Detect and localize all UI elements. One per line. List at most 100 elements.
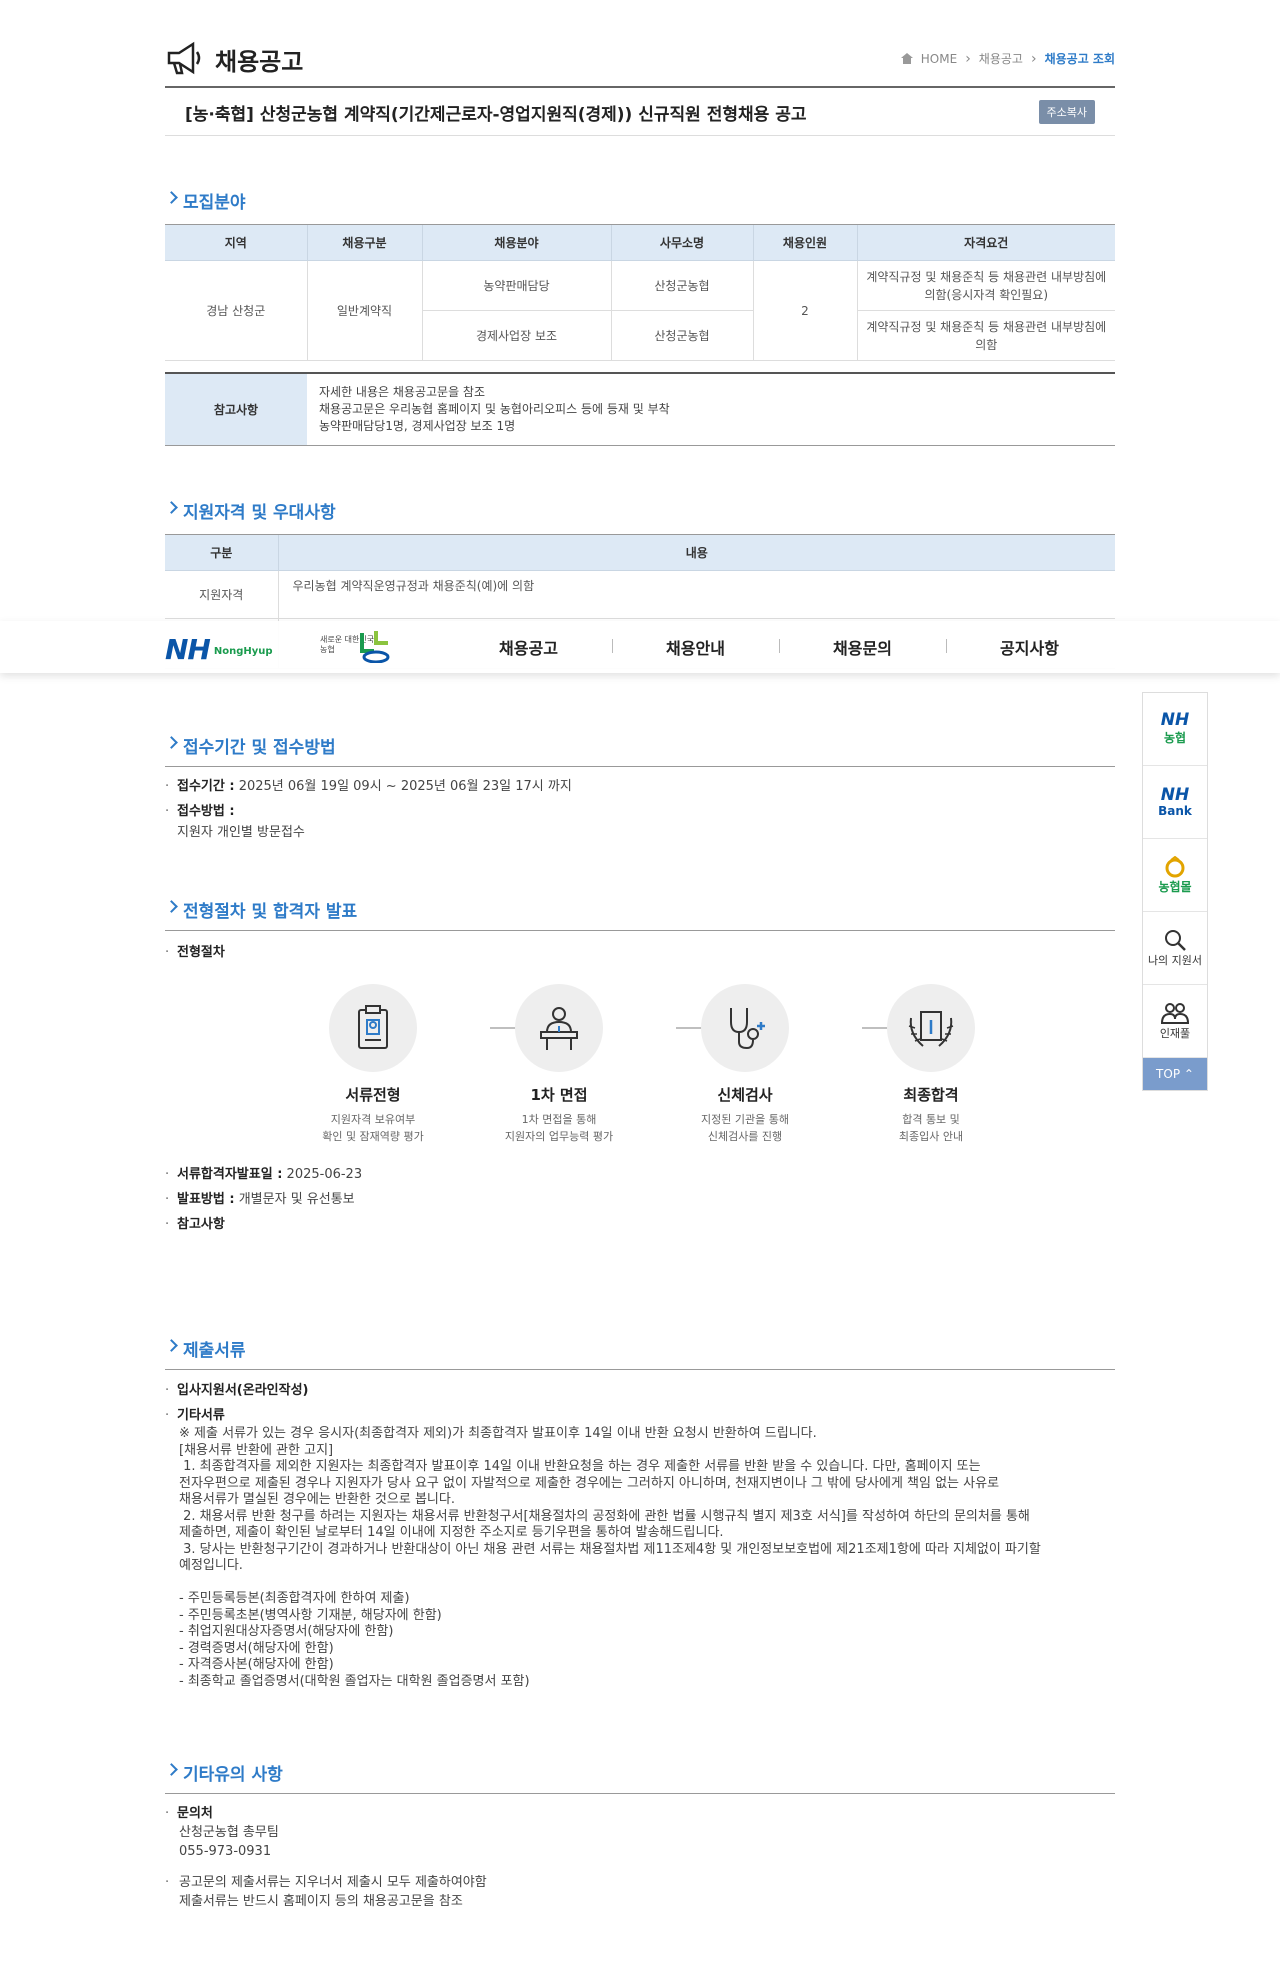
divider bbox=[165, 1793, 1115, 1794]
announce-label: 발표방법 : bbox=[177, 1192, 235, 1207]
etc-note: 제출서류는 반드시 홈페이지 등의 채용공고문을 참조 bbox=[179, 1894, 463, 1909]
cell-qual: 계약직규정 및 채용준칙 등 채용관련 내부방침에 의함 bbox=[856, 310, 1115, 361]
col-header: 채용인원 bbox=[752, 224, 857, 261]
breadcrumb-home[interactable]: HOME bbox=[921, 52, 957, 66]
quick-nh-bank[interactable]: NH Bank bbox=[1143, 766, 1207, 839]
section-title-qualify: 지원자격 및 우대사항 bbox=[165, 498, 336, 523]
copy-url-button[interactable]: 주소복사 bbox=[1038, 100, 1095, 124]
contact-label: 문의처 bbox=[177, 1806, 213, 1821]
docs-items: 입사지원서(온라인작성) 기타서류 bbox=[165, 1380, 1115, 1426]
chevron-up-icon: ⌃ bbox=[1183, 1067, 1194, 1081]
breadcrumb-current: 채용공고 조회 bbox=[1044, 52, 1115, 66]
nh-logo[interactable]: NH NongHyup bbox=[165, 633, 273, 666]
process-label-text: 전형절차 bbox=[177, 945, 225, 960]
section-title-receipt: 접수기간 및 접수방법 bbox=[165, 733, 336, 758]
col-header: 내용 bbox=[277, 534, 1115, 571]
chevron-right-icon: › bbox=[965, 50, 971, 67]
search-icon bbox=[1165, 930, 1186, 951]
post-title-bar: [농·축협] 산청군농협 계약직(기간제근로자-영업지원직(경제)) 신규직원 … bbox=[165, 86, 1115, 136]
notes-content: 자세한 내용은 채용공고문을 참조 채용공고문은 우리농협 홈페이지 및 농협아… bbox=[307, 374, 682, 445]
menu-inquiry[interactable]: 채용문의 bbox=[779, 635, 946, 659]
divider bbox=[165, 930, 1115, 931]
docs-item: 입사지원서(온라인작성) bbox=[177, 1383, 309, 1398]
step-desc: 1차 면접을 통해 지원자의 업무능력 평가 bbox=[504, 1113, 614, 1143]
cell-region: 경남 산청군 bbox=[165, 260, 307, 361]
nh-mall-icon bbox=[1165, 855, 1185, 877]
interview-icon bbox=[515, 984, 603, 1072]
section-title-recruit: 모집분야 bbox=[165, 188, 246, 213]
receipt-info: 접수기간 : 2025년 06월 19일 09시 ~ 2025년 06월 23일… bbox=[165, 776, 572, 843]
etc-note: 공고문의 제출서류는 지우너서 제출시 모두 제출하여야함 bbox=[179, 1875, 487, 1890]
announce-method: 개별문자 및 유선통보 bbox=[238, 1192, 355, 1207]
top-button[interactable]: TOP ⌃ bbox=[1143, 1058, 1207, 1090]
clipboard-icon bbox=[329, 984, 417, 1072]
divider bbox=[165, 766, 1115, 767]
menu-notice[interactable]: 공지사항 bbox=[946, 635, 1113, 659]
docs-body: ※ 제출 서류가 있는 경우 응시자(최종합격자 제외)가 최종합격자 발표이후… bbox=[179, 1426, 1041, 1689]
col-header: 채용구분 bbox=[306, 224, 422, 261]
cell-field: 농약판매담당 bbox=[421, 260, 611, 311]
recruit-table: 지역 채용구분 채용분야 사무소명 채용인원 자격요건 경남 산청군 일반계약직… bbox=[165, 224, 1115, 361]
breadcrumb-recruit[interactable]: 채용공고 bbox=[979, 50, 1023, 67]
step-name: 서류전형 bbox=[345, 1086, 401, 1104]
etc-content: 문의처 산청군농협 총무팀 055-973-0931 공고문의 제출서류는 지우… bbox=[165, 1804, 487, 1911]
section-title-process: 전형절차 및 합격자 발표 bbox=[165, 897, 357, 922]
award-icon bbox=[887, 984, 975, 1072]
cell-qual: 계약직규정 및 채용준칙 등 채용관련 내부방침에 의함(응시자격 확인필요) bbox=[856, 260, 1115, 311]
quick-nh-mall[interactable]: 농협몰 bbox=[1143, 839, 1207, 912]
step-final: 최종합격 합격 통보 및 최종입사 안내 bbox=[838, 984, 1024, 1145]
breadcrumb: HOME › 채용공고 › 채용공고 조회 bbox=[900, 50, 1115, 67]
notes-line: 자세한 내용은 채용공고문을 참조 bbox=[319, 385, 486, 399]
col-header: 구분 bbox=[165, 534, 278, 571]
quick-menu: NH 농협 NH Bank 농협몰 나의 지원서 인재풀 TOP ⌃ bbox=[1142, 692, 1208, 1091]
step-desc: 합격 통보 및 최종입사 안내 bbox=[898, 1113, 964, 1143]
notes-line: 채용공고문은 우리농협 홈페이지 및 농협아리오피스 등에 등재 및 부착 bbox=[319, 402, 670, 416]
col-header: 채용분야 bbox=[421, 224, 611, 261]
cell-type: 일반계약직 bbox=[306, 260, 422, 361]
step-desc: 지원자격 보유여부 확인 및 잠재역량 평가 bbox=[322, 1113, 424, 1143]
quick-nh-nonghyup[interactable]: NH 농협 bbox=[1143, 693, 1207, 766]
step-desc: 지정된 기관을 통해 신체검사를 진행 bbox=[701, 1113, 789, 1143]
col-header: 사무소명 bbox=[610, 224, 753, 261]
divider bbox=[165, 1369, 1115, 1370]
menu-guide[interactable]: 채용안내 bbox=[612, 635, 779, 659]
doc-pass-label: 서류합격자발표일 : bbox=[177, 1167, 283, 1182]
docs-content: 입사지원서(온라인작성) 기타서류 ※ 제출 서류가 있는 경우 응시자(최종합… bbox=[165, 1380, 1115, 1690]
contact-name: 산청군농협 총무팀 bbox=[179, 1825, 279, 1840]
main-menu: 채용공고 채용안내 채용문의 공지사항 bbox=[445, 621, 1113, 673]
cell-field: 경제사업장 보조 bbox=[421, 310, 611, 361]
home-icon bbox=[900, 53, 913, 64]
method-value: 지원자 개인별 방문접수 bbox=[177, 825, 305, 840]
announce-info: 서류합격자발표일 : 2025-06-23 발표방법 : 개별문자 및 유선통보… bbox=[165, 1164, 362, 1235]
period-label: 접수기간 : bbox=[177, 779, 235, 794]
step-name: 신체검사 bbox=[717, 1086, 773, 1104]
megaphone-icon bbox=[167, 41, 201, 75]
table-row: 경남 산청군 일반계약직 농약판매담당 산청군농협 2 계약직규정 및 채용준칙… bbox=[165, 260, 1115, 361]
notes-label: 참고사항 bbox=[165, 374, 307, 445]
step-interview: 1차 면접 1차 면접을 통해 지원자의 업무능력 평가 bbox=[466, 984, 652, 1145]
col-header: 자격요건 bbox=[856, 224, 1115, 261]
quick-my-application[interactable]: 나의 지원서 bbox=[1143, 912, 1207, 985]
people-icon bbox=[1160, 1003, 1190, 1024]
process-label: 전형절차 bbox=[165, 942, 225, 963]
chevron-right-icon: › bbox=[1030, 50, 1037, 67]
recruit-notes: 참고사항 자세한 내용은 채용공고문을 참조 채용공고문은 우리농협 홈페이지 … bbox=[165, 372, 1115, 446]
col-header: 지역 bbox=[165, 224, 307, 261]
menu-recruit[interactable]: 채용공고 bbox=[445, 635, 612, 659]
nonghyup-mark-icon bbox=[360, 631, 390, 663]
notes-line: 농약판매담당1명, 경제사업장 보조 1명 bbox=[319, 419, 516, 433]
process-note-label: 참고사항 bbox=[177, 1217, 225, 1232]
cell-count: 2 bbox=[752, 260, 857, 361]
cell-content: 우리농협 계약직운영규정과 채용준칙(예)에 의함 bbox=[277, 570, 1115, 619]
period-value: 2025년 06월 19일 09시 ~ 2025년 06월 23일 17시 까지 bbox=[238, 779, 572, 794]
doc-pass-date: 2025-06-23 bbox=[286, 1167, 363, 1182]
docs-item: 기타서류 bbox=[177, 1408, 225, 1423]
page-header: 채용공고 HOME › 채용공고 › 채용공고 조회 bbox=[165, 38, 1115, 82]
quick-talent-pool[interactable]: 인재풀 bbox=[1143, 985, 1207, 1058]
cell-office: 산청군농협 bbox=[610, 310, 753, 361]
cell-office: 산청군농협 bbox=[610, 260, 753, 311]
section-title-etc: 기타유의 사항 bbox=[165, 1760, 283, 1785]
step-checkup: 신체검사 지정된 기관을 통해 신체검사를 진행 bbox=[652, 984, 838, 1145]
table-row: 지원자격 우리농협 계약직운영규정과 채용준칙(예)에 의함 bbox=[165, 570, 1115, 619]
contact-phone: 055-973-0931 bbox=[179, 1844, 272, 1859]
